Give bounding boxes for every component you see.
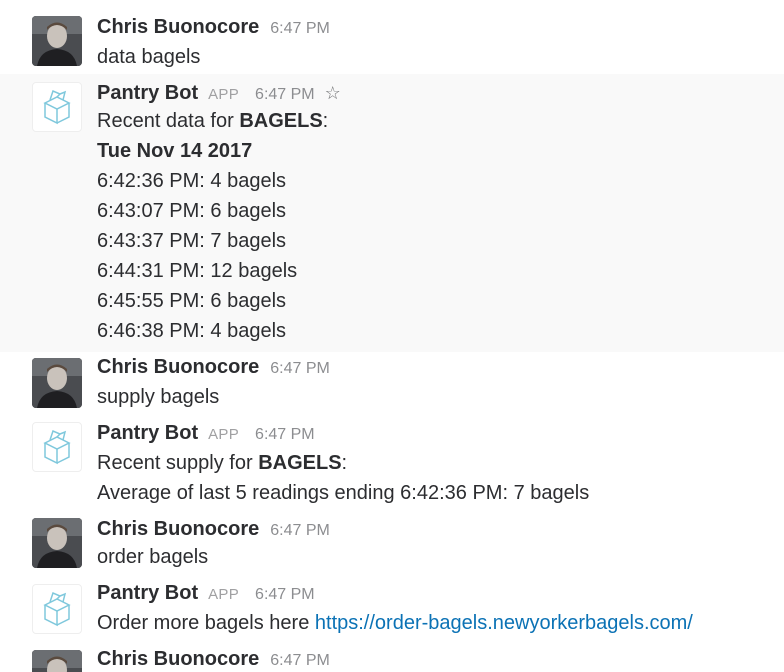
message-bot-data: Pantry Bot APP 6:47 PM ☆ Recent data for… [0, 74, 784, 352]
message-header: Pantry Bot APP 6:47 PM ☆ [97, 82, 341, 108]
timestamp[interactable]: 6:47 PM [270, 360, 330, 378]
message-header: Chris Buonocore 6:47 PM [97, 648, 330, 672]
avatar-pantry-bot[interactable] [32, 422, 82, 472]
reading-line: 6:43:37 PM: 7 bagels [97, 230, 287, 252]
timestamp[interactable]: 6:47 PM [255, 86, 315, 104]
text-prefix: Recent data for [97, 110, 240, 132]
person-photo-icon [32, 518, 82, 568]
timestamp[interactable]: 6:47 PM [255, 426, 315, 444]
text-prefix: Recent supply for [97, 452, 259, 474]
avatar-chris[interactable] [32, 358, 82, 408]
date-text: Tue Nov 14 2017 [97, 140, 253, 162]
message-text: data bagels [97, 46, 201, 68]
message-text: Recent supply for BAGELS: [97, 448, 347, 478]
sender-name[interactable]: Pantry Bot [97, 82, 198, 105]
message-text: order bagels [97, 546, 209, 568]
timestamp[interactable]: 6:47 PM [270, 20, 330, 38]
message-header: Chris Buonocore 6:47 PM [97, 16, 330, 42]
message-header: Pantry Bot APP 6:47 PM [97, 582, 315, 608]
pantry-box-icon [43, 89, 71, 125]
reading-line: 6:45:55 PM: 6 bagels [97, 290, 287, 312]
timestamp[interactable]: 6:47 PM [255, 586, 315, 604]
pantry-box-icon [43, 591, 71, 627]
timestamp[interactable]: 6:47 PM [270, 522, 330, 540]
message-text: Recent data for BAGELS: [97, 106, 328, 136]
person-photo-icon [32, 650, 82, 672]
text-suffix: : [341, 452, 348, 474]
order-link[interactable]: https://order-bagels.newyorkerbagels.com… [315, 612, 693, 634]
avatar-chris[interactable] [32, 16, 82, 66]
message-chris-supply: Chris Buonocore 6:47 PM supply bagels [0, 352, 784, 416]
avatar-chris[interactable] [32, 518, 82, 568]
average-line: Average of last 5 readings ending 6:42:3… [97, 482, 590, 504]
sender-name[interactable]: Chris Buonocore [97, 16, 259, 39]
message-chris-order: Chris Buonocore 6:47 PM order bagels [0, 516, 784, 580]
message-chris-data: Chris Buonocore 6:47 PM data bagels [0, 0, 784, 74]
message-text: Order more bagels here https://order-bag… [97, 608, 693, 638]
message-text: supply bagels [97, 386, 220, 408]
avatar-pantry-bot[interactable] [32, 82, 82, 132]
person-photo-icon [32, 16, 82, 66]
message-header: Chris Buonocore 6:47 PM [97, 356, 330, 382]
text-suffix: : [322, 110, 329, 132]
sender-name[interactable]: Pantry Bot [97, 422, 198, 445]
sender-name[interactable]: Chris Buonocore [97, 518, 259, 541]
person-photo-icon [32, 358, 82, 408]
sender-name[interactable]: Pantry Bot [97, 582, 198, 605]
avatar-chris[interactable] [32, 650, 82, 672]
message-header: Chris Buonocore 6:47 PM [97, 518, 330, 544]
message-bot-supply: Pantry Bot APP 6:47 PM Recent supply for… [0, 416, 784, 516]
message-feed: Chris Buonocore 6:47 PM data bagels Pant… [0, 0, 784, 672]
sender-name[interactable]: Chris Buonocore [97, 356, 259, 379]
date-line: Tue Nov 14 2017 [97, 136, 252, 166]
star-icon[interactable]: ☆ [325, 83, 341, 104]
message-chris-next: Chris Buonocore 6:47 PM [0, 646, 784, 672]
reading-line: 6:44:31 PM: 12 bagels [97, 260, 298, 282]
message-bot-order: Pantry Bot APP 6:47 PM Order more bagels… [0, 580, 784, 646]
text-prefix: Order more bagels here [97, 612, 315, 634]
reading-line: 6:46:38 PM: 4 bagels [97, 320, 287, 342]
reading-line: 6:42:36 PM: 4 bagels [97, 170, 287, 192]
item-name: BAGELS [258, 452, 342, 474]
reading-line: 6:43:07 PM: 6 bagels [97, 200, 287, 222]
sender-name[interactable]: Chris Buonocore [97, 648, 259, 671]
pantry-box-icon [43, 429, 71, 465]
avatar-pantry-bot[interactable] [32, 584, 82, 634]
timestamp[interactable]: 6:47 PM [270, 652, 330, 670]
app-badge: APP [208, 426, 240, 443]
message-header: Pantry Bot APP 6:47 PM [97, 422, 315, 448]
item-name: BAGELS [239, 110, 323, 132]
app-badge: APP [208, 86, 240, 103]
app-badge: APP [208, 586, 240, 603]
